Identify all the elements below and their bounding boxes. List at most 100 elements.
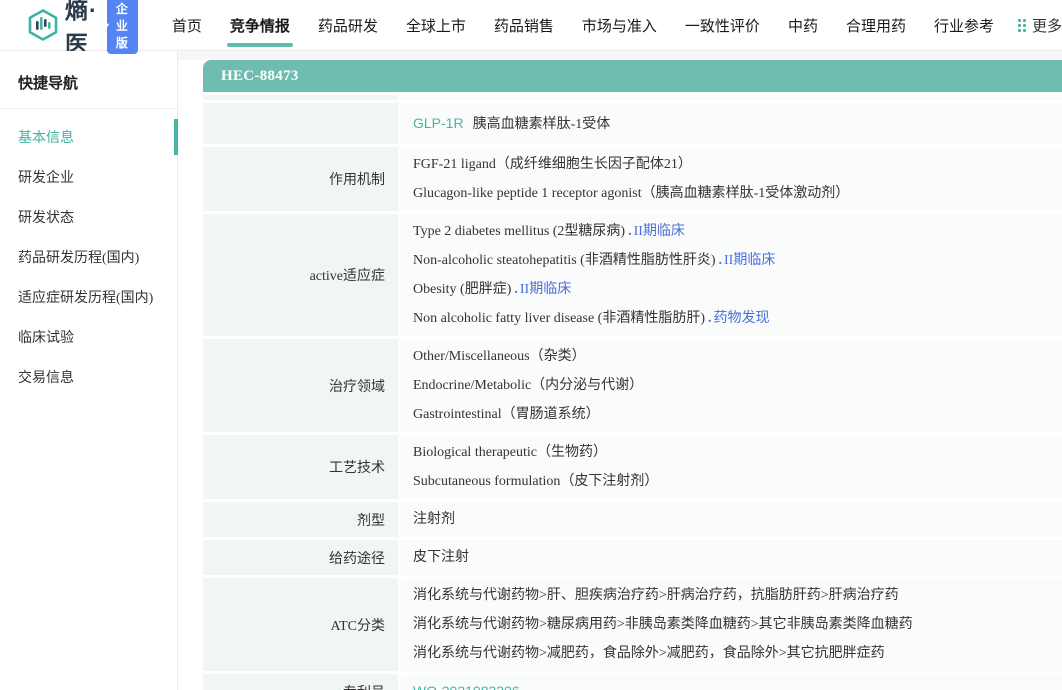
nav-item[interactable]: 药品销售 bbox=[494, 0, 554, 50]
quick-nav-sidebar: 快捷导航 基本信息研发企业研发状态药品研发历程(国内)适应症研发历程(国内)临床… bbox=[0, 51, 178, 690]
dot-separator: . bbox=[708, 311, 712, 326]
row-value bbox=[401, 95, 1062, 100]
value-line: Subcutaneous formulation（皮下注射剂） bbox=[413, 467, 1052, 496]
value-line: Other/Miscellaneous（杂类） bbox=[413, 342, 1052, 371]
patent-link[interactable]: WO-2021083306 bbox=[413, 683, 520, 690]
table-row: 专利号 WO-2021083306 bbox=[203, 674, 1062, 690]
sidebar-item[interactable]: 药品研发历程(国内) bbox=[0, 237, 177, 277]
row-label: 工艺技术 bbox=[203, 435, 398, 499]
row-label: 作用机制 bbox=[203, 147, 398, 211]
text-segment: 消化系统与代谢药物>减肥药，食品除外>减肥药，食品除外>其它抗肥胖症药 bbox=[413, 646, 885, 661]
value-line: Non-alcoholic steatohepatitis (非酒精性脂肪性肝炎… bbox=[413, 246, 1052, 275]
drug-detail-table: GLP-1R胰高血糖素样肽-1受体作用机制FGF-21 ligand（成纤维细胞… bbox=[203, 95, 1062, 690]
phase-link[interactable]: II期临床 bbox=[520, 282, 571, 297]
nav-item[interactable]: 竞争情报 bbox=[230, 0, 290, 50]
table-row: 剂型注射剂 bbox=[203, 502, 1062, 537]
nav-item[interactable]: 市场与准入 bbox=[582, 0, 657, 50]
value-line: Obesity (肥胖症).II期临床 bbox=[413, 275, 1052, 304]
nav-item[interactable]: 一致性评价 bbox=[685, 0, 760, 50]
row-label bbox=[203, 95, 398, 100]
main-nav: 首页竞争情报药品研发全球上市药品销售市场与准入一致性评价中药合理用药行业参考 bbox=[172, 0, 994, 50]
text-segment: Endocrine/Metabolic（内分泌与代谢） bbox=[413, 378, 643, 393]
row-value: 皮下注射 bbox=[401, 540, 1062, 575]
row-label: 给药途径 bbox=[203, 540, 398, 575]
text-segment: Glucagon-like peptide 1 receptor agonist… bbox=[413, 186, 849, 201]
text-segment: Gastrointestinal（胃肠道系统） bbox=[413, 407, 600, 422]
text-segment: Biological therapeutic（生物药） bbox=[413, 445, 607, 460]
row-value: 注射剂 bbox=[401, 502, 1062, 537]
text-segment: 胰高血糖素样肽-1受体 bbox=[473, 117, 611, 132]
text-segment: 消化系统与代谢药物>肝、胆疾病治疗药>肝病治疗药，抗脂肪肝药>肝病治疗药 bbox=[413, 588, 899, 603]
row-label: 专利号 bbox=[203, 674, 398, 690]
sidebar-item[interactable]: 临床试验 bbox=[0, 317, 177, 357]
nav-item[interactable]: 药品研发 bbox=[318, 0, 378, 50]
text-segment: Type 2 diabetes mellitus (2型糖尿病) bbox=[413, 224, 625, 239]
page-body: 快捷导航 基本信息研发企业研发状态药品研发历程(国内)适应症研发历程(国内)临床… bbox=[0, 51, 1062, 690]
value-line: 消化系统与代谢药物>肝、胆疾病治疗药>肝病治疗药，抗脂肪肝药>肝病治疗药 bbox=[413, 581, 1052, 610]
sidebar-list: 基本信息研发企业研发状态药品研发历程(国内)适应症研发历程(国内)临床试验交易信… bbox=[0, 109, 177, 397]
phase-link[interactable]: 药物发现 bbox=[713, 311, 769, 326]
table-row: 给药途径皮下注射 bbox=[203, 540, 1062, 575]
nav-item[interactable]: 首页 bbox=[172, 0, 202, 50]
sidebar-title: 快捷导航 bbox=[0, 51, 177, 109]
nav-item[interactable]: 全球上市 bbox=[406, 0, 466, 50]
text-segment: Non-alcoholic steatohepatitis (非酒精性脂肪性肝炎… bbox=[413, 253, 716, 268]
text-segment: FGF-21 ligand（成纤维细胞生长因子配体21） bbox=[413, 157, 692, 172]
target-link[interactable]: GLP-1R bbox=[413, 115, 464, 131]
value-line: FGF-21 ligand（成纤维细胞生长因子配体21） bbox=[413, 150, 1052, 179]
table-row: 治疗领域 Other/Miscellaneous（杂类） Endocrine/Met… bbox=[203, 339, 1062, 432]
value-line: Gastrointestinal（胃肠道系统） bbox=[413, 400, 1052, 429]
table-row bbox=[203, 95, 1062, 100]
value-line: Non alcoholic fatty liver disease (非酒精性脂… bbox=[413, 304, 1052, 333]
phase-link[interactable]: II期临床 bbox=[634, 224, 685, 239]
text-segment: 注射剂 bbox=[413, 512, 455, 527]
row-value: 消化系统与代谢药物>肝、胆疾病治疗药>肝病治疗药，抗脂肪肝药>肝病治疗药消化系统… bbox=[401, 578, 1062, 671]
row-label bbox=[203, 103, 398, 144]
row-value: FGF-21 ligand（成纤维细胞生长因子配体21） Glucagon-lik… bbox=[401, 147, 1062, 211]
text-segment: Other/Miscellaneous（杂类） bbox=[413, 349, 586, 364]
sidebar-item[interactable]: 研发企业 bbox=[0, 157, 177, 197]
edition-badge: 企业版 bbox=[107, 0, 138, 54]
content-area: HEC-88473 GLP-1R胰高血糖素样肽-1受体作用机制FGF-21 li… bbox=[178, 51, 1062, 690]
value-line: GLP-1R 胰高血糖素样肽-1受体 bbox=[413, 109, 610, 139]
nav-item[interactable]: 中药 bbox=[788, 0, 818, 50]
top-nav: 摩熵·医药 企业版 首页竞争情报药品研发全球上市药品销售市场与准入一致性评价中药… bbox=[0, 0, 1062, 51]
value-line: 消化系统与代谢药物>糖尿病用药>非胰岛素类降血糖药>其它非胰岛素类降血糖药 bbox=[413, 610, 1052, 639]
text-segment: 消化系统与代谢药物>糖尿病用药>非胰岛素类降血糖药>其它非胰岛素类降血糖药 bbox=[413, 617, 913, 632]
value-line: 消化系统与代谢药物>减肥药，食品除外>减肥药，食品除外>其它抗肥胖症药 bbox=[413, 639, 1052, 668]
dot-separator: . bbox=[719, 253, 723, 268]
sidebar-item[interactable]: 基本信息 bbox=[0, 117, 177, 157]
row-value: Other/Miscellaneous（杂类） Endocrine/Metabol… bbox=[401, 339, 1062, 432]
row-label: ATC分类 bbox=[203, 578, 398, 671]
drug-title-bar: HEC-88473 bbox=[203, 60, 1062, 92]
text-segment: Non alcoholic fatty liver disease (非酒精性脂… bbox=[413, 311, 705, 326]
value-line: 皮下注射 bbox=[413, 543, 1052, 572]
grid-dots-icon bbox=[1018, 19, 1026, 32]
dot-separator: . bbox=[514, 282, 518, 297]
sidebar-item[interactable]: 交易信息 bbox=[0, 357, 177, 397]
dot-separator: . bbox=[628, 224, 632, 239]
text-segment: Obesity (肥胖症) bbox=[413, 282, 511, 297]
table-row: ATC分类消化系统与代谢药物>肝、胆疾病治疗药>肝病治疗药，抗脂肪肝药>肝病治疗… bbox=[203, 578, 1062, 671]
nav-more-button[interactable]: 更多 bbox=[1018, 15, 1062, 36]
text-segment: Subcutaneous formulation（皮下注射剂） bbox=[413, 474, 658, 489]
nav-more-label: 更多 bbox=[1032, 15, 1062, 36]
row-value: WO-2021083306 bbox=[401, 674, 1062, 690]
phase-link[interactable]: II期临床 bbox=[724, 253, 775, 268]
value-line: 注射剂 bbox=[413, 505, 1052, 534]
row-label: 剂型 bbox=[203, 502, 398, 537]
value-line: Endocrine/Metabolic（内分泌与代谢） bbox=[413, 371, 1052, 400]
value-line: Type 2 diabetes mellitus (2型糖尿病).II期临床 bbox=[413, 217, 1052, 246]
nav-item[interactable]: 合理用药 bbox=[846, 0, 906, 50]
table-row: 作用机制 FGF-21 ligand（成纤维细胞生长因子配体21） Glucagon… bbox=[203, 147, 1062, 211]
drug-name: HEC-88473 bbox=[221, 68, 299, 85]
nav-item[interactable]: 行业参考 bbox=[934, 0, 994, 50]
row-value: Biological therapeutic（生物药） Subcutaneous … bbox=[401, 435, 1062, 499]
table-row: 工艺技术 Biological therapeutic（生物药） Subcutane… bbox=[203, 435, 1062, 499]
sidebar-item[interactable]: 研发状态 bbox=[0, 197, 177, 237]
value-line: Glucagon-like peptide 1 receptor agonist… bbox=[413, 179, 1052, 208]
table-row: active适应症Type 2 diabetes mellitus (2型糖尿病… bbox=[203, 214, 1062, 336]
sidebar-item[interactable]: 适应症研发历程(国内) bbox=[0, 277, 177, 317]
value-line: Biological therapeutic（生物药） bbox=[413, 438, 1052, 467]
row-label: 治疗领域 bbox=[203, 339, 398, 432]
